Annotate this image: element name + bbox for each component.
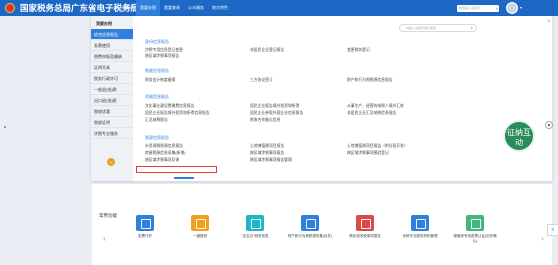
section-system-report: 制度信息报告 [145, 68, 169, 73]
chevron-right-icon[interactable]: › [538, 232, 547, 246]
top-header: 国家税务总局广东省电子税务局 首页 我要办税 我要查询 公众服务 地方特色 搜索… [0, 0, 558, 16]
link-b1[interactable]: 财务会计制度备案 [145, 78, 175, 83]
edge-marker [4, 126, 6, 128]
chevron-left-icon[interactable]: ‹ [100, 232, 109, 246]
link-d6[interactable]: 跨区域涉税事项报验登记 [347, 151, 389, 156]
search-icon[interactable]: ⌕ [471, 25, 473, 31]
main-nav: 首页 我要办税 我要查询 公众服务 地方特色 [120, 0, 232, 16]
fav-label: 跨区域涉税事项报告 [349, 234, 381, 238]
chevron-down-icon[interactable]: ▾ [520, 5, 522, 10]
fav-item-invoice-issue[interactable]: 发票代开 [122, 215, 168, 239]
nav-home[interactable]: 首页 [120, 0, 136, 16]
nav-tax-handling[interactable]: 我要办税 [136, 0, 160, 16]
link-d3[interactable]: 土地增值税项目报告（附分段开发） [347, 144, 408, 149]
section-identity-report: 身份信息报告 [145, 39, 169, 44]
fav-item-agency[interactable]: 涉税专业服务机构管理 [397, 215, 443, 239]
fav-item-cross-region[interactable]: 跨区域涉税事项报告 [342, 215, 388, 239]
nav-public-service[interactable]: 公众服务 [184, 0, 208, 16]
link-c2[interactable]: 居民企业报告境外投资和所得 [250, 104, 299, 109]
sidebar-title: 我要办税 [96, 21, 112, 26]
certify-icon [466, 215, 484, 231]
link-d2[interactable]: 土地增值税项目报告 [250, 144, 284, 149]
sidebar-item-info-report[interactable]: 综合信息报告 [91, 29, 133, 40]
fav-item-vat-certify[interactable]: 增值税专用发票认证(初步确认) [452, 215, 498, 243]
link-c8[interactable]: 税收合作备忘信息 [250, 118, 280, 123]
link-a3[interactable]: 变更税务登记 [347, 48, 370, 53]
link-d1[interactable]: 水资源税税源信息报告 [145, 144, 183, 149]
building-icon [411, 215, 429, 231]
link-d4[interactable]: 房屋税源信息采集(新增) [145, 151, 186, 156]
tax-emblem-logo [5, 3, 15, 13]
link-a4[interactable]: 跨区域涉税事项报告 [145, 54, 179, 59]
link-a2[interactable]: 非居民企业登记报告 [250, 48, 284, 53]
sidebar-item-preference[interactable]: 税收优惠 [91, 106, 133, 117]
panel-search-input[interactable]: 请输入关键字进行搜索 ⌕ [399, 24, 477, 32]
section-qualification-report: 资格信息报告 [145, 94, 169, 99]
assistant-float-button[interactable]: 征纳互动 [503, 120, 535, 152]
link-b2[interactable]: 三方协议签订 [250, 78, 273, 83]
panel-search-placeholder: 请输入关键字进行搜索 [406, 26, 437, 30]
sidebar-item-certificate[interactable]: 证明开具 [91, 62, 133, 73]
frequent-functions-title: 常用功能 [99, 213, 117, 218]
link-c3[interactable]: 从事生产、经营的纳税人境外汇款 [347, 104, 404, 109]
frequent-functions-panel: 常用功能 ‹ 发票代开 一键报税 "实名办"税务信息 财产和行为税税源采集(合并… [92, 184, 552, 265]
link-a1[interactable]: 涉税专用信息登记变更 [145, 48, 183, 53]
user-avatar[interactable] [506, 2, 518, 14]
nav-local-features[interactable]: 地方特色 [208, 0, 232, 16]
sidebar-item-professional[interactable]: 涉税专业服务 [91, 128, 133, 139]
declare-icon [191, 215, 209, 231]
link-c7[interactable]: 汇总纳税报告 [145, 118, 168, 123]
sidebar-item-declaration[interactable]: 税费申报及缴纳 [91, 51, 133, 62]
submenu-content: 请输入关键字进行搜索 ⌕ × 身份信息报告 涉税专用信息登记变更 非居民企业登记… [145, 16, 551, 181]
category-sidebar: 我要办税 综合信息报告 发票使用 税费申报及缴纳 证明开具 税务行政许可 一般退… [91, 16, 133, 181]
link-d7[interactable]: 跨区域涉税事项反馈 [145, 158, 179, 163]
side-menu-button[interactable]: ≡ [547, 224, 558, 236]
sidebar-item-refund[interactable]: 一般退(抵)税 [91, 84, 133, 95]
link-b3[interactable]: 财产和行为税税源信息报告 [347, 78, 393, 83]
fav-label: "实名办"税务信息 [241, 234, 269, 238]
sidebar-item-export-refund[interactable]: 出口退(抵)税 [91, 95, 133, 106]
fav-label: 发票代开 [138, 234, 152, 238]
sidebar-item-permit[interactable]: 税务行政许可 [91, 73, 133, 84]
link-c5[interactable]: 居民企业参股外国企业信息报告 [250, 111, 303, 116]
sidebar-item-tax-proof[interactable]: 税收证明 [91, 117, 133, 128]
fav-item-real-name[interactable]: "实名办"税务信息 [232, 215, 278, 239]
assistant-label: 征纳互动 [507, 128, 531, 147]
scroll-down-icon[interactable]: ⌄ [107, 158, 115, 166]
map-icon [356, 215, 374, 231]
close-icon[interactable]: × [547, 19, 551, 25]
fav-label: 涉税专业服务机构管理 [402, 234, 438, 238]
section-tax-source-report: 税源信息报告 [145, 135, 169, 140]
fav-item-one-click-declare[interactable]: 一键报税 [177, 215, 223, 239]
fav-label: 增值税专用发票认证(初步确认) [453, 234, 497, 243]
document-icon [301, 215, 319, 231]
link-d5[interactable]: 跨区域涉税事项报告 [250, 151, 284, 156]
float-toggle-icon[interactable] [545, 121, 553, 129]
tax-handling-dropdown: 我要办税 综合信息报告 发票使用 税费申报及缴纳 证明开具 税务行政许可 一般退… [91, 16, 552, 181]
top-search-input[interactable]: 搜索输入关键字 ⌕ [457, 5, 499, 12]
sidebar-item-invoice[interactable]: 发票使用 [91, 40, 133, 51]
link-c6[interactable]: 非居民企业汇总纳税信息报告 [347, 111, 396, 116]
highlight-box [136, 166, 217, 173]
invoice-icon [136, 215, 154, 231]
link-d8[interactable]: 跨区域涉税事项报告管理 [250, 158, 292, 163]
id-card-icon [246, 215, 264, 231]
fav-item-tax-source[interactable]: 财产和行为税税源采集(合并) [287, 215, 333, 239]
fav-label: 财产和行为税税源采集(合并) [287, 234, 333, 238]
top-search-placeholder: 搜索输入关键字 [459, 6, 481, 10]
link-c4[interactable]: 居民企业报告境外投资和所得信息报告 [145, 111, 210, 116]
link-c1[interactable]: 文化事业建设费缴费信息报告 [145, 104, 194, 109]
search-icon[interactable]: ⌕ [496, 6, 498, 11]
active-indicator [174, 177, 194, 179]
nav-query[interactable]: 我要查询 [160, 0, 184, 16]
fav-label: 一键报税 [193, 234, 207, 238]
